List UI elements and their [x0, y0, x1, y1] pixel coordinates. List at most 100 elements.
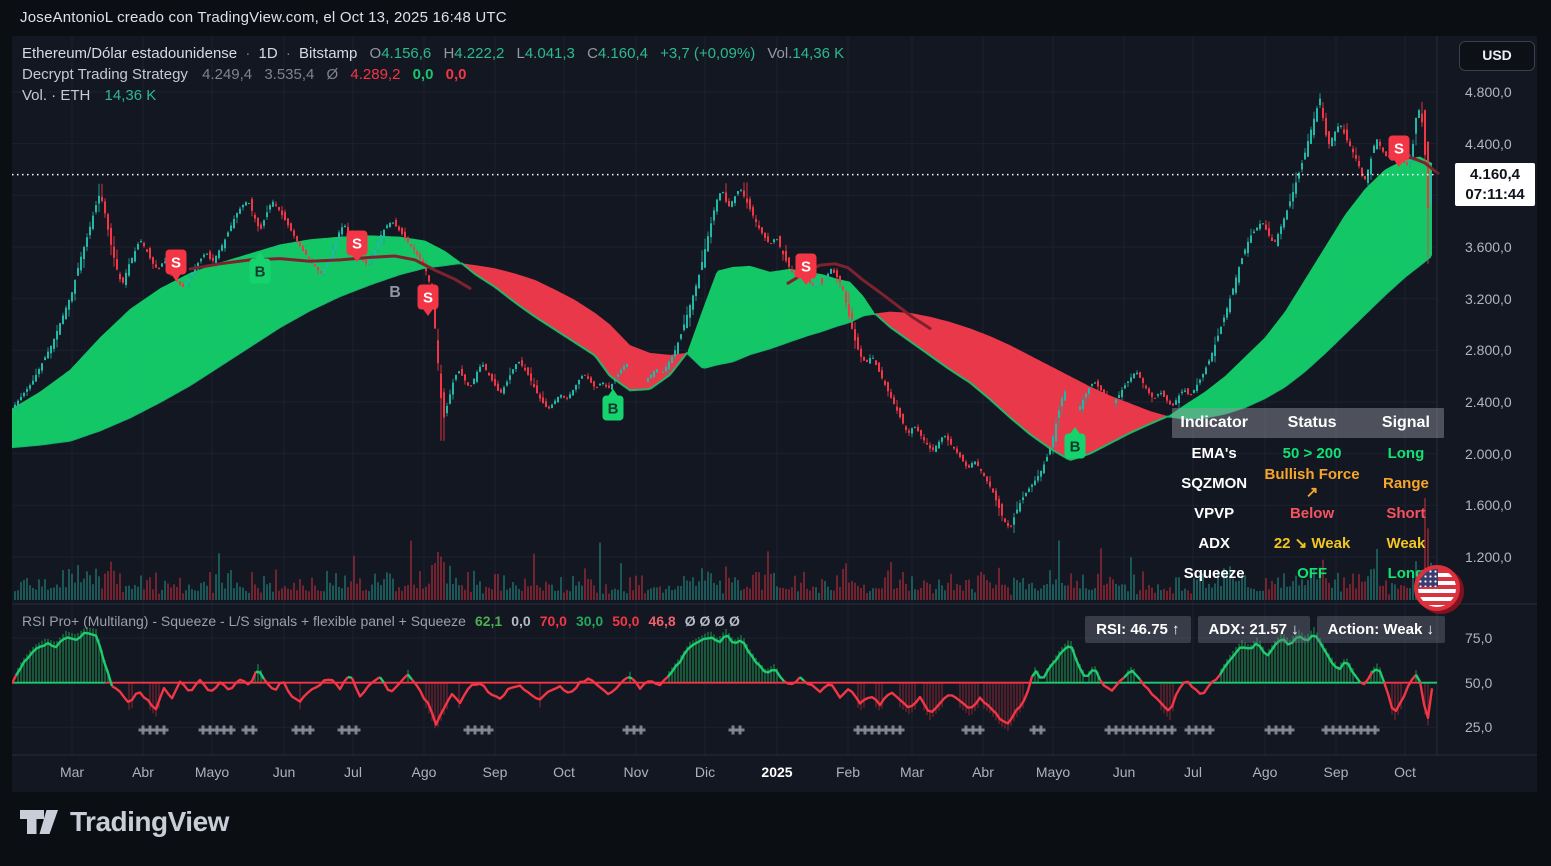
rsi-legend-value: 50,0 [612, 613, 639, 629]
time-tick-label: 2025 [753, 764, 801, 780]
candle-body [44, 357, 46, 360]
candle-body [1202, 374, 1204, 377]
candle-body [323, 268, 325, 274]
squeeze-dot [1367, 726, 1370, 735]
candle-body [1430, 175, 1432, 204]
candle-body [758, 225, 760, 228]
candle-body [1235, 278, 1237, 293]
squeeze-dot [481, 726, 484, 735]
time-tick-label: Jun [260, 764, 308, 780]
candle-body [134, 251, 136, 261]
tradingview-footer[interactable]: TradingView [18, 804, 229, 840]
candle-body [326, 263, 328, 267]
candle-body [152, 257, 154, 263]
candle-body [299, 242, 301, 246]
candle-body [1094, 383, 1096, 384]
indicator-table-row: EMA's50 > 200Long [1172, 438, 1444, 468]
change-value: +3,7 (+0,09%) [660, 45, 755, 62]
squeeze-dot [348, 726, 351, 735]
candle-body [674, 350, 676, 356]
price-tick-label: 2.400,0 [1465, 394, 1512, 410]
time-tick-label: Mayo [1029, 764, 1077, 780]
candle-body [998, 499, 1000, 508]
candle-body [86, 237, 88, 247]
squeeze-dot [1268, 726, 1271, 735]
candle-body [344, 226, 346, 227]
tradingview-brand-text[interactable]: TradingView [70, 806, 229, 838]
rsi-line [1032, 647, 1100, 680]
time-tick-label: Ago [1241, 764, 1289, 780]
candle-body [1121, 390, 1123, 397]
candle-body [905, 427, 907, 430]
candle-body [1316, 108, 1318, 122]
candle-body [1085, 393, 1087, 397]
candle-body [1370, 159, 1372, 175]
candle-body [413, 247, 415, 249]
symbol-title[interactable]: Ethereum/Dólar estadounidense [22, 45, 237, 62]
candle-body [14, 405, 16, 409]
candle-body [1214, 345, 1216, 356]
rsi-line [112, 672, 256, 710]
chart-widget[interactable]: SBSBSBSBS Ethereum/Dólar estadounidense … [12, 36, 1537, 792]
candle-body [71, 292, 73, 301]
time-tick-label: Abr [959, 764, 1007, 780]
candle-body [659, 368, 661, 372]
candle-body [1007, 523, 1009, 526]
candle-body [968, 465, 970, 467]
candle-body [1373, 146, 1375, 153]
candle-body [473, 379, 475, 384]
symbol-legend-row[interactable]: Ethereum/Dólar estadounidense · 1D · Bit… [22, 43, 844, 64]
candle-body [179, 281, 181, 285]
candle-body [470, 385, 472, 386]
candle-body [755, 219, 757, 222]
candle-body [1124, 385, 1126, 388]
candle-body [530, 373, 532, 380]
interval-label[interactable]: 1D [258, 45, 277, 62]
strategy-legend-row[interactable]: Decrypt Trading Strategy 4.249,4 3.535,4… [22, 64, 844, 85]
candle-body [1004, 519, 1006, 522]
candle-body [263, 220, 265, 225]
candle-body [974, 462, 976, 465]
candle-body [1358, 161, 1360, 166]
candle-body [983, 473, 985, 476]
strategy-name[interactable]: Decrypt Trading Strategy [22, 66, 188, 83]
candle-body [1145, 386, 1147, 389]
rsi-status-chip: Action: Weak ↓ [1317, 616, 1445, 643]
candle-body [1364, 176, 1366, 179]
candle-body [386, 225, 388, 227]
candle-body [770, 243, 772, 244]
rsi-line [1384, 675, 1416, 711]
candle-body [257, 218, 259, 227]
candle-body [860, 349, 862, 357]
attribution-text: JoseAntonioL creado con TradingView.com,… [20, 9, 507, 26]
candle-body [296, 236, 298, 241]
candle-body [1253, 232, 1255, 233]
candle-body [1142, 378, 1144, 383]
candle-body [1223, 318, 1225, 323]
candle-body [59, 323, 61, 334]
indicator-status: Bullish Force ↗ [1256, 466, 1368, 501]
candle-body [488, 373, 490, 376]
candle-body [863, 357, 865, 361]
squeeze-dot [156, 726, 159, 735]
volume-legend-row[interactable]: Vol. · ETH 14,36 K [22, 85, 844, 106]
volume-study-name[interactable]: Vol. · ETH [22, 87, 90, 104]
rsi-study-title[interactable]: RSI Pro+ (Multilang) - Squeeze - L/S sig… [22, 613, 466, 629]
candle-body [98, 196, 100, 204]
rsi-legend-value: 30,0 [576, 613, 603, 629]
candle-body [404, 232, 406, 238]
squeeze-dot [739, 726, 742, 735]
candle-body [866, 360, 868, 362]
candle-body [203, 255, 205, 257]
rsi-study-values: 62,10,070,030,050,046,8Ø Ø Ø Ø [466, 613, 740, 629]
candle-body [575, 385, 577, 390]
candle-body [1163, 391, 1165, 397]
candle-body [452, 383, 454, 395]
candle-body [158, 268, 160, 269]
candle-body [1211, 353, 1213, 361]
rsi-line [256, 672, 264, 679]
currency-button[interactable]: USD [1459, 41, 1535, 71]
candle-body [1421, 114, 1423, 123]
candle-body [53, 339, 55, 349]
candle-body [875, 360, 877, 365]
